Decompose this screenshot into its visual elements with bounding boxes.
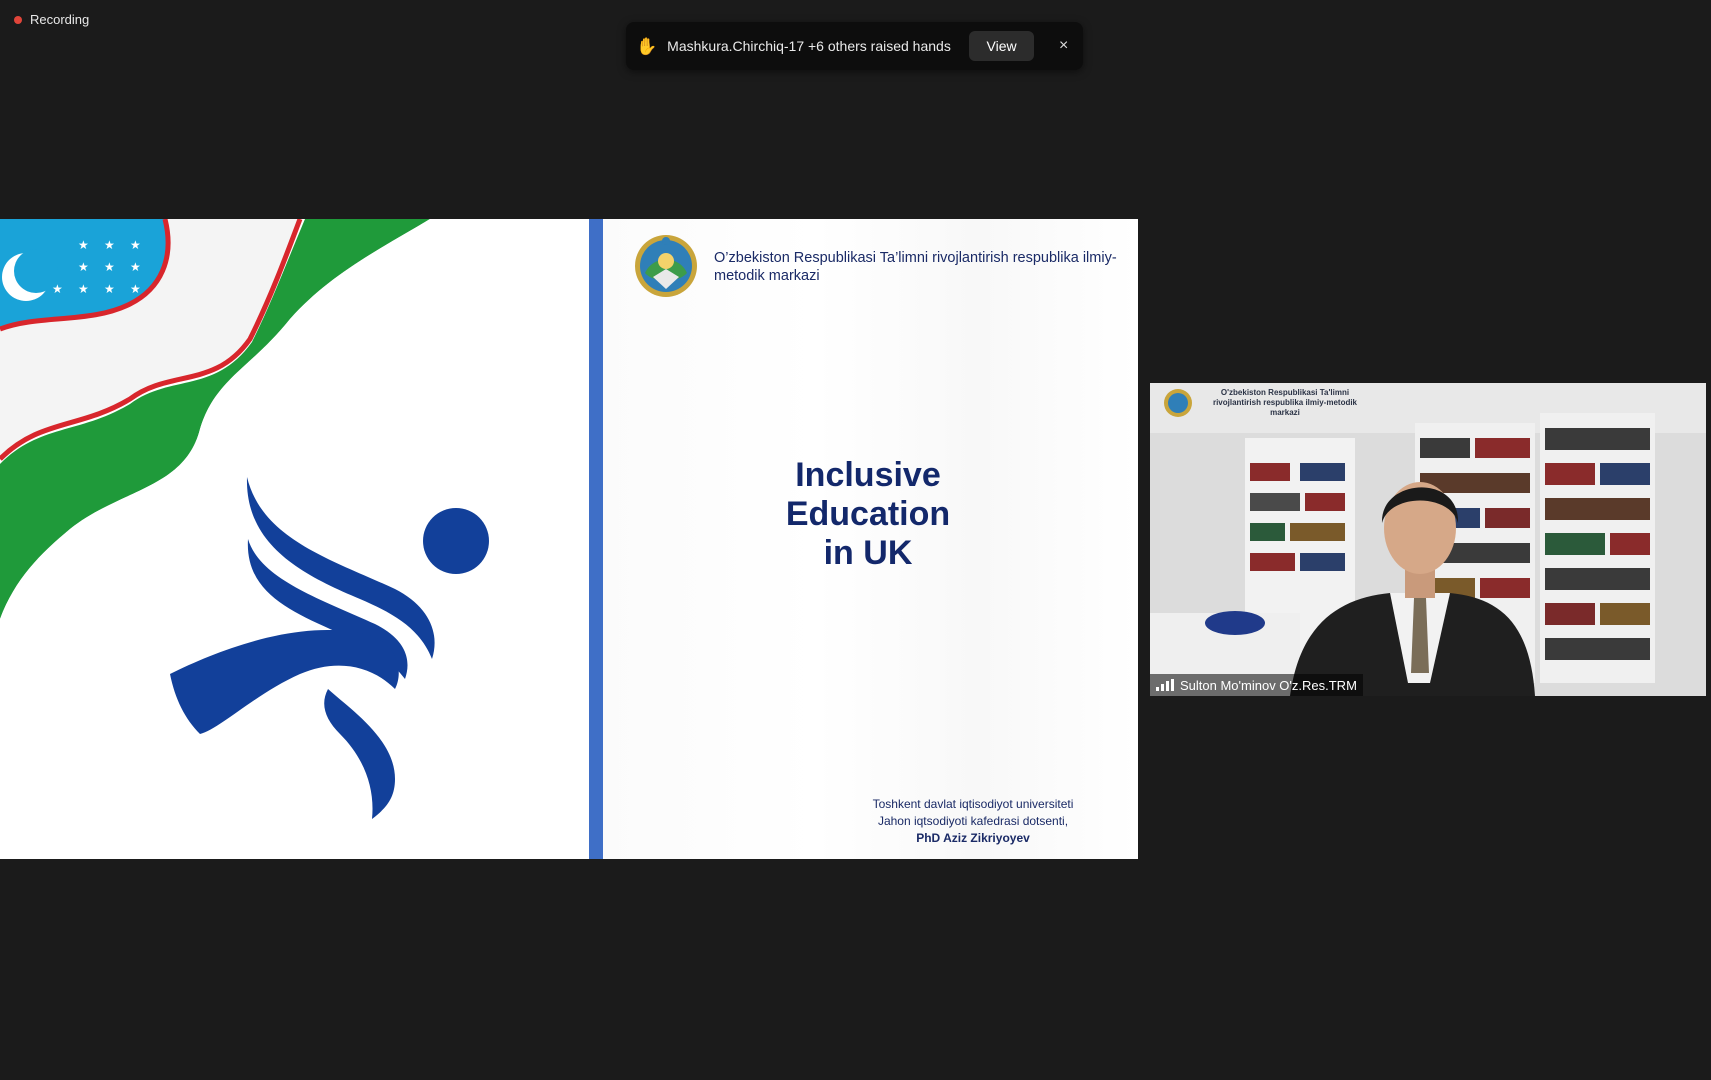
slide-title-line: in UK [823,534,913,572]
uzbekistan-flag-graphic: ★ ★ ★ ★ ★ ★ ★ ★ ★ ★ [0,219,589,819]
participant-video-feed [1150,383,1706,696]
running-figure-logo [170,477,489,819]
organization-name: O’zbekiston Respublikasi Ta’limni rivojl… [714,250,1117,284]
svg-text:★: ★ [130,238,141,252]
participant-video-tile[interactable]: O'zbekiston Respublikasi Ta'limni rivojl… [1150,383,1706,696]
slide-right-panel: O’zbekiston Respublikasi Ta’limni rivojl… [603,219,1138,859]
slide-title: Inclusive Education in UK [753,456,983,573]
author-affiliation-line: Toshkent davlat iqtisodiyot universiteti [872,797,1074,811]
svg-text:★: ★ [78,282,89,296]
svg-text:★: ★ [52,282,63,296]
svg-text:★: ★ [104,282,115,296]
slide-left-panel: ★ ★ ★ ★ ★ ★ ★ ★ ★ ★ [0,219,589,859]
signal-strength-icon [1156,679,1174,691]
recording-dot-icon [14,15,22,24]
close-icon[interactable]: × [1054,37,1073,55]
recording-label: Recording [30,12,90,27]
svg-text:★: ★ [104,260,115,274]
slide-divider-bar [589,219,603,859]
svg-text:★: ★ [78,260,89,274]
participant-name: Sulton Mo'minov O'z.Res.TRM [1180,677,1357,693]
author-position-line: Jahon iqtsodiyoti kafedrasi dotsenti, [877,814,1069,828]
svg-text:★: ★ [78,238,89,252]
view-raised-hands-button[interactable]: View [968,31,1035,61]
svg-text:★: ★ [130,282,141,296]
slide-title-line: Education [785,495,951,533]
author-name: PhD Aziz Zikriyoyev [916,831,1030,845]
video-overlay-org-text: O'zbekiston Respublikasi Ta'limni rivojl… [1212,388,1358,417]
participant-name-label: Sulton Mo'minov O'z.Res.TRM [1150,674,1363,696]
recording-indicator: Recording [8,8,95,31]
svg-text:★: ★ [130,260,141,274]
raised-hands-notification: ✋ Mashkura.Chirchiq-17 +6 others raised … [626,22,1083,70]
state-emblem-icon [635,235,697,297]
raised-hands-message: Mashkura.Chirchiq-17 +6 others raised ha… [667,38,951,54]
shared-presentation-slide: ★ ★ ★ ★ ★ ★ ★ ★ ★ ★ O’zbekiston Respublikasi Ta… [0,219,1138,859]
raised-hand-icon: ✋ [636,36,658,56]
svg-text:★: ★ [104,238,115,252]
slide-title-line: Inclusive [795,456,941,494]
author-block: Toshkent davlat iqtisodiyot universiteti… [833,796,1113,847]
